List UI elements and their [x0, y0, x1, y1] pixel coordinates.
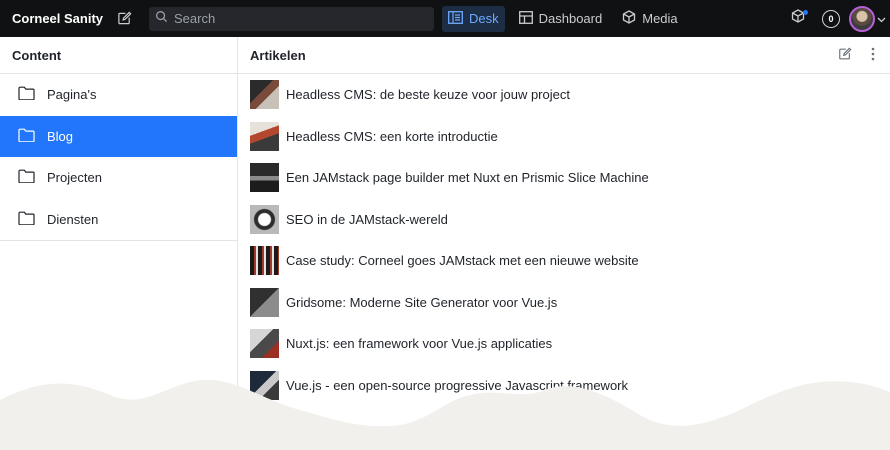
- content-type-list: Pagina's Blog Projecten Diensten: [0, 74, 237, 241]
- user-menu-button[interactable]: [849, 5, 886, 32]
- nav-dashboard[interactable]: Dashboard: [513, 6, 609, 32]
- compose-icon[interactable]: [113, 8, 135, 30]
- folder-item-projecten[interactable]: Projecten: [0, 157, 237, 199]
- nav-media[interactable]: Media: [616, 6, 683, 32]
- content-pane: Content Pagina's Blog Projecten Diensten: [0, 37, 238, 450]
- list-item[interactable]: Vue.js - een open-source progressive Jav…: [238, 365, 890, 407]
- dashboard-icon: [518, 10, 539, 27]
- document-title: Gridsome: Moderne Site Generator voor Vu…: [286, 294, 558, 310]
- main-nav: Desk Dashboard Media: [442, 5, 692, 32]
- content-pane-header: Content: [0, 37, 237, 74]
- folder-item-label: Pagina's: [47, 87, 97, 103]
- list-item[interactable]: Headless CMS: de beste keuze voor jouw p…: [238, 74, 890, 116]
- document-thumbnail: [250, 329, 279, 359]
- search-icon: [155, 10, 168, 28]
- create-document-button[interactable]: [834, 44, 856, 66]
- document-title: Nuxt.js: een framework voor Vue.js appli…: [286, 336, 553, 352]
- top-navbar: Corneel Sanity Desk Dashboard Media: [0, 0, 890, 37]
- update-dot: [803, 9, 808, 15]
- documents-pane: Artikelen Headless CMS: de beste keuze v…: [238, 37, 890, 450]
- document-thumbnail: [250, 287, 279, 317]
- folder-item-paginas[interactable]: Pagina's: [0, 74, 237, 116]
- list-item[interactable]: Een JAMstack page builder met Nuxt en Pr…: [238, 157, 890, 199]
- nav-desk-label: Desk: [469, 11, 499, 26]
- document-title: Vue.js - een open-source progressive Jav…: [286, 377, 628, 393]
- document-title: Case study: Corneel goes JAMstack met ee…: [286, 253, 639, 269]
- app-title[interactable]: Corneel Sanity: [12, 11, 104, 26]
- document-thumbnail: [250, 121, 279, 151]
- document-thumbnail: [250, 204, 279, 234]
- list-item[interactable]: Case study: Corneel goes JAMstack met ee…: [238, 240, 890, 282]
- folder-icon: [18, 128, 47, 145]
- content-pane-title: Content: [12, 47, 62, 63]
- chevron-down-icon: [877, 10, 886, 28]
- nav-desk[interactable]: Desk: [442, 5, 505, 32]
- folder-item-label: Projecten: [47, 170, 102, 186]
- folder-item-label: Diensten: [47, 211, 99, 227]
- document-thumbnail: [250, 412, 279, 442]
- document-title: …oor spel…: [396, 419, 469, 435]
- notification-count-badge[interactable]: 0: [822, 9, 840, 28]
- search-input[interactable]: [174, 11, 414, 26]
- document-thumbnail: [250, 80, 279, 110]
- desk-icon: [448, 10, 469, 27]
- folder-icon: [18, 169, 47, 186]
- document-list: Headless CMS: de beste keuze voor jouw p…: [238, 74, 890, 448]
- folder-icon: [18, 86, 47, 103]
- list-item[interactable]: Gridsome: Moderne Site Generator voor Vu…: [238, 282, 890, 324]
- top-right-actions: 0: [788, 0, 890, 37]
- document-thumbnail: [250, 246, 279, 276]
- avatar: [849, 5, 875, 32]
- nav-dashboard-label: Dashboard: [538, 11, 603, 26]
- document-thumbnail: [250, 370, 279, 400]
- more-vertical-icon: [871, 47, 875, 64]
- document-thumbnail: [250, 163, 279, 193]
- list-item[interactable]: Nuxt.js: een framework voor Vue.js appli…: [238, 323, 890, 365]
- folder-item-label: Blog: [47, 128, 74, 144]
- document-title: Headless CMS: de beste keuze voor jouw p…: [286, 87, 570, 103]
- list-item[interactable]: …oor spel…: [238, 406, 890, 448]
- package-status-button[interactable]: [788, 9, 808, 29]
- folder-item-diensten[interactable]: Diensten: [0, 199, 237, 241]
- documents-pane-title: Artikelen: [250, 47, 306, 63]
- nav-media-label: Media: [642, 11, 678, 26]
- folder-icon: [18, 211, 47, 228]
- media-icon: [622, 10, 642, 27]
- search-box[interactable]: [149, 6, 434, 31]
- pane-menu-button[interactable]: [862, 44, 884, 66]
- documents-pane-header: Artikelen: [238, 37, 890, 74]
- list-item[interactable]: SEO in de JAMstack-wereld: [238, 199, 890, 241]
- list-item[interactable]: Headless CMS: een korte introductie: [238, 116, 890, 158]
- pane-actions: [834, 44, 890, 66]
- document-title: Een JAMstack page builder met Nuxt en Pr…: [286, 170, 649, 186]
- compose-icon: [838, 47, 852, 64]
- document-title: Headless CMS: een korte introductie: [286, 128, 498, 144]
- document-title: SEO in de JAMstack-wereld: [286, 211, 448, 227]
- folder-item-blog[interactable]: Blog: [0, 115, 237, 157]
